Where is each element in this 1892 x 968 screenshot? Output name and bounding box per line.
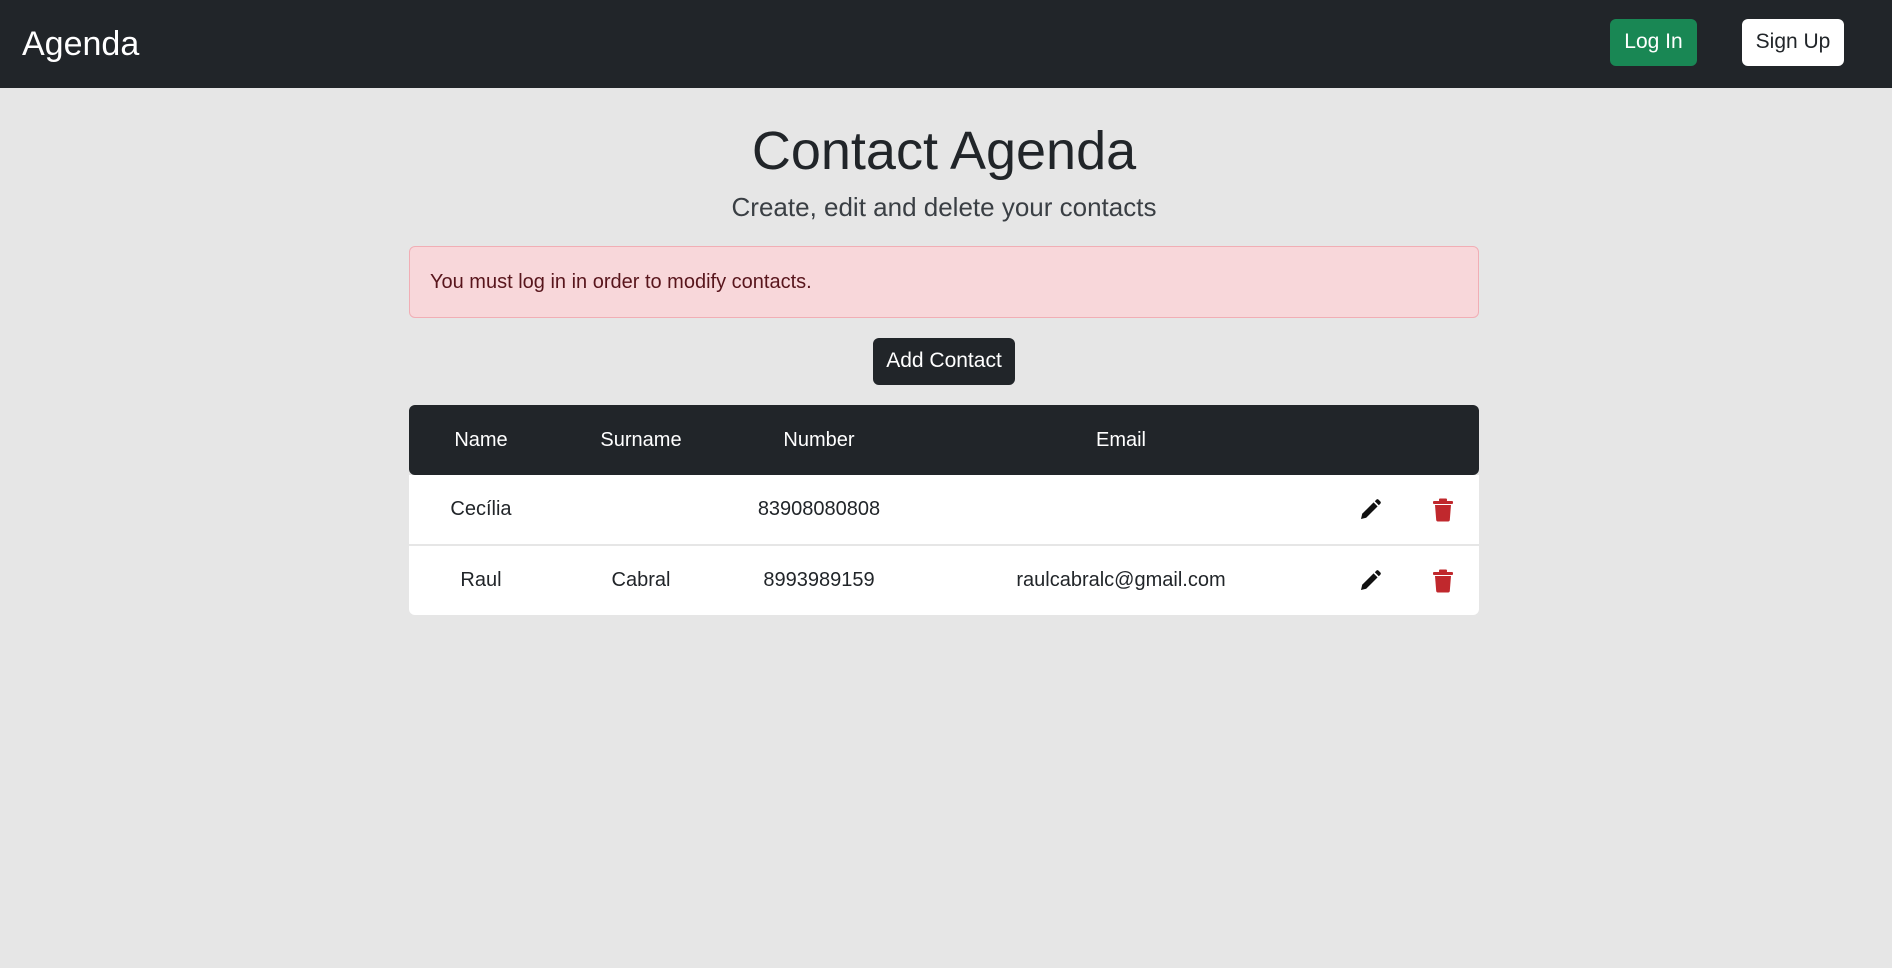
edit-contact-cell — [1333, 475, 1407, 544]
contact-number: 8993989159 — [763, 569, 875, 591]
column-header-surname: Surname — [600, 428, 682, 451]
delete-contact-cell — [1407, 546, 1479, 615]
pencil-icon[interactable] — [1353, 564, 1387, 598]
contact-surname: Cabral — [611, 569, 671, 591]
contact-email — [909, 475, 1333, 544]
trash-icon[interactable] — [1426, 564, 1460, 598]
table-row: Cecília 83908080808 — [409, 475, 1479, 544]
contact-name: Cecília — [450, 498, 512, 520]
brand-logo[interactable]: Agenda — [22, 22, 139, 66]
page-title: Contact Agenda — [751, 121, 1137, 181]
login-button[interactable]: Log In — [1610, 19, 1697, 66]
login-required-alert: You must log in in order to modify conta… — [409, 246, 1479, 318]
edit-contact-cell — [1333, 546, 1407, 615]
add-contact-button[interactable]: Add Contact — [873, 338, 1015, 385]
contact-email: raulcabralc@gmail.com — [1016, 569, 1226, 591]
contact-name: Raul — [460, 569, 502, 591]
page-subtitle: Create, edit and delete your contacts — [731, 192, 1157, 222]
table-header: Name Surname Number Email — [409, 405, 1479, 475]
column-header-email: Email — [1095, 428, 1146, 451]
contact-surname — [553, 475, 729, 544]
signup-button[interactable]: Sign Up — [1742, 19, 1844, 66]
pencil-icon[interactable] — [1353, 493, 1387, 527]
contact-number: 83908080808 — [757, 498, 881, 520]
trash-icon[interactable] — [1426, 493, 1460, 527]
column-header-number: Number — [783, 428, 855, 451]
table-row: Raul Cabral 8993989159 raulcabralc@gmail… — [409, 546, 1479, 615]
top-navbar: Agenda Log In Sign Up — [0, 0, 1892, 88]
contacts-table: Name Surname Number Email Cecília 839080… — [409, 405, 1479, 615]
delete-contact-cell — [1407, 475, 1479, 544]
column-header-name: Name — [454, 428, 508, 451]
